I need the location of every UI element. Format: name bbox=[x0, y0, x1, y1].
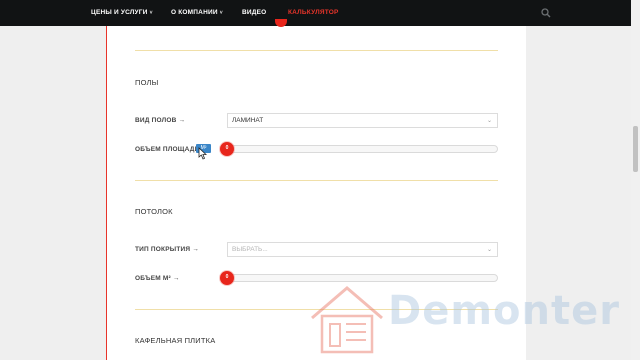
page-scrollbar[interactable] bbox=[631, 0, 640, 360]
house-logo-icon bbox=[311, 286, 383, 354]
watermark-text: Demonter bbox=[388, 288, 620, 334]
section-title-ceiling: ПОТОЛОК bbox=[135, 207, 173, 216]
ceiling-type-placeholder: ВЫБРАТЬ... bbox=[232, 246, 268, 253]
floor-area-slider-track[interactable] bbox=[227, 145, 498, 153]
nav-item-video[interactable]: ВИДЕО bbox=[242, 9, 266, 16]
chevron-down-icon: ⌄ bbox=[486, 118, 492, 124]
nav-item-calculator[interactable]: КАЛЬКУЛЯТОР bbox=[288, 9, 339, 16]
floor-type-label: ВИД ПОЛОВ → bbox=[135, 117, 186, 124]
mouse-cursor-icon bbox=[198, 147, 207, 160]
floor-type-value: ЛАМИНАТ bbox=[232, 117, 264, 124]
nav-item-label: ЦЕНЫ И УСЛУГИ bbox=[91, 9, 148, 16]
ceiling-type-select[interactable]: ВЫБРАТЬ... ⌄ bbox=[227, 242, 498, 257]
nav-item-label: КАЛЬКУЛЯТОР bbox=[288, 9, 339, 16]
section-divider bbox=[135, 50, 498, 51]
nav-item-prices-services[interactable]: ЦЕНЫ И УСЛУГИ ˅ bbox=[91, 9, 153, 16]
section-title-tiles: КАФЕЛЬНАЯ ПЛИТКА bbox=[135, 336, 216, 345]
ceiling-volume-value: 0 bbox=[225, 274, 229, 280]
ceiling-volume-label: ОБЪЕМ М² → bbox=[135, 275, 180, 282]
nav-item-about-company[interactable]: О КОМПАНИИ ˅ bbox=[171, 9, 223, 16]
floor-area-value: 0 bbox=[225, 145, 229, 151]
ceiling-volume-slider-track[interactable] bbox=[227, 274, 498, 282]
search-icon[interactable] bbox=[541, 8, 551, 18]
floor-type-select[interactable]: ЛАМИНАТ ⌄ bbox=[227, 113, 498, 128]
ceiling-type-label: ТИП ПОКРЫТИЯ → bbox=[135, 246, 199, 253]
section-title-floors: ПОЛЫ bbox=[135, 78, 159, 87]
nav-item-label: О КОМПАНИИ bbox=[171, 9, 218, 16]
floor-area-slider-handle[interactable]: 0 bbox=[220, 142, 234, 156]
ceiling-volume-slider-handle[interactable]: 0 bbox=[220, 271, 234, 285]
chevron-down-icon: ⌄ bbox=[486, 247, 492, 253]
section-divider bbox=[135, 180, 498, 181]
chevron-down-icon: ˅ bbox=[219, 10, 223, 16]
top-nav-bar: ЦЕНЫ И УСЛУГИ ˅ О КОМПАНИИ ˅ ВИДЕО КАЛЬКУЛ… bbox=[0, 0, 640, 26]
watermark: Demonter bbox=[308, 284, 638, 356]
nav-item-label: ВИДЕО bbox=[242, 9, 267, 16]
chevron-down-icon: ˅ bbox=[149, 10, 153, 16]
scrollbar-thumb[interactable] bbox=[633, 126, 638, 172]
